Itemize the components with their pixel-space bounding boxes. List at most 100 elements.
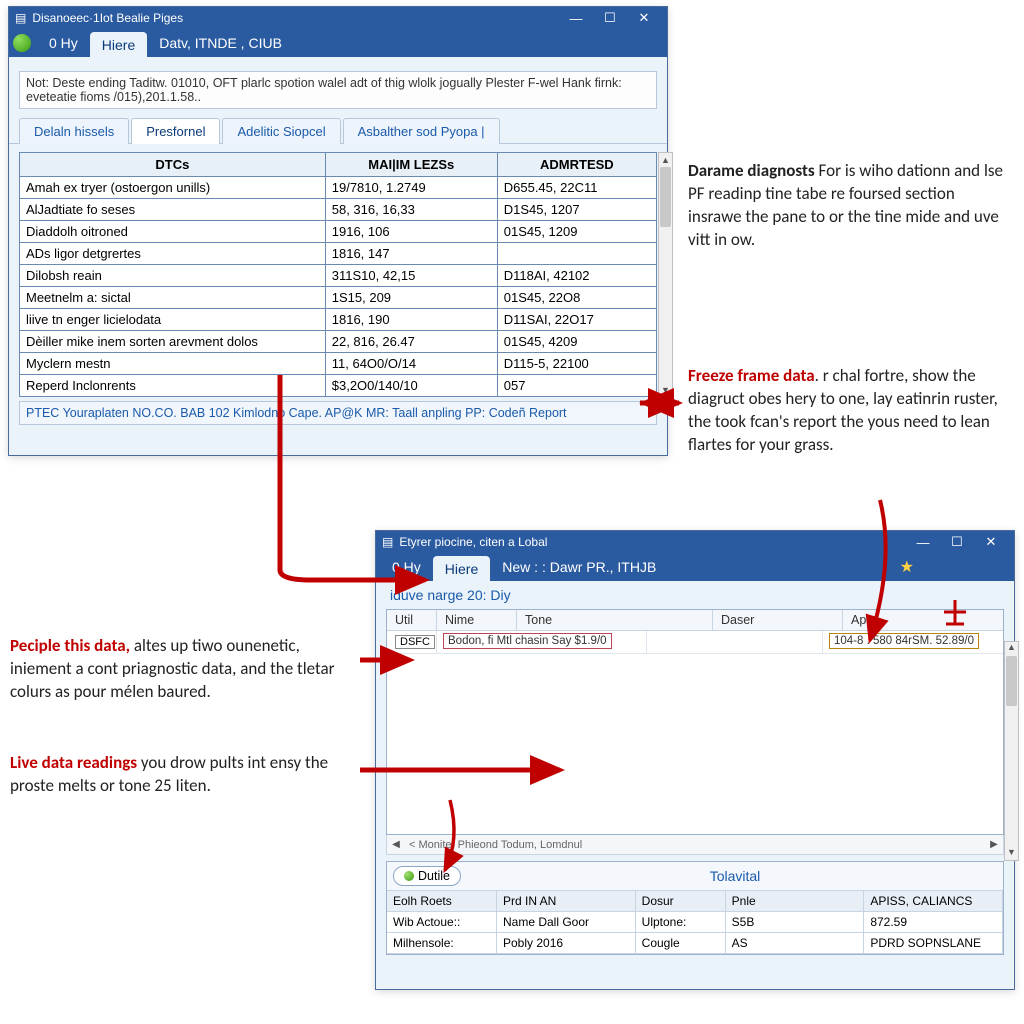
window-icon: ▤ [15,11,26,25]
green-dot-icon [404,871,414,881]
col-admrtesd[interactable]: ADMRTESD [497,153,656,177]
hscrollbar-w2[interactable]: ◀ < Monite: Phieond Todum, Lomdnul ▶ [386,835,1004,855]
minimize-button-w1[interactable]: — [559,7,593,29]
statusbar-w1: PTEC Youraplaten NO.CO. BAB 102 Kimlodno… [19,401,657,425]
table-cell: 19/7810, 1.2749 [325,177,497,199]
anno4-red: Live data readings [10,752,137,773]
kv-r3c3: Cougle [636,933,726,954]
table-cell: Amah ex tryer (ostoergon unills) [20,177,326,199]
menu-new-w2[interactable]: New : : Dawr PR., ITHJB [490,553,668,581]
col-mailm[interactable]: MAI|IM LEZSs [325,153,497,177]
table-row[interactable]: Meetnelm a: sictal1S15, 20901S45, 22O8 [20,287,657,309]
dtc-table: DTCs MAI|IM LEZSs ADMRTESD Amah ex tryer… [19,152,657,397]
table-cell: D118AI, 42102 [497,265,656,287]
col-nime[interactable]: Nime [437,610,517,630]
table-cell: Dèiller mike inem sorten arevment dolos [20,331,326,353]
kv-r3c5: PDRD SOPNSLANE [864,933,1003,954]
kv-r1c3: Dosur [636,891,726,912]
annotation-freeze: Freeze frame data. r chal fortre, show t… [688,365,1008,457]
col-ap[interactable]: Ap [843,610,1003,630]
close-button-w2[interactable]: ✕ [974,531,1008,553]
scroll-up-icon[interactable]: ▲ [659,153,672,166]
table-cell: D115-5, 22100 [497,353,656,375]
dsfc-badge[interactable]: DSFC [395,635,435,649]
table-cell: D11SAI, 22O17 [497,309,656,331]
table-cell: 01S45, 4209 [497,331,656,353]
table-row[interactable]: AlJadtiate fo seses58, 316, 16,33D1S45, … [20,199,657,221]
tab-asbalther[interactable]: Asbalther sod Pyopa | [343,118,500,144]
tab-adelitic[interactable]: Adelitic Siopcel [222,118,340,144]
table-row[interactable]: liive tn enger licielodata1816, 190D11SA… [20,309,657,331]
dutile-button[interactable]: Dutile [393,866,461,886]
table-row[interactable]: Dilobsh reain311S10, 42,15D118AI, 42102 [20,265,657,287]
table-row[interactable]: Myclern mestn11, 64O0/O/14D115-5, 22100 [20,353,657,375]
tolavital-label: Tolavital [467,868,1003,884]
live-grid: Util Nime Tone Daser Ap DSFC Bodon, fi M… [386,609,1004,835]
annotation-peciple: Peciple this data, altes up tiwo ounenet… [10,635,350,704]
menu-ohy-w1[interactable]: 0 Hy [37,29,90,57]
window-diagnostics: ▤ Disanoeec·1Iot Bealie Piges — ☐ ✕ 0 Hy… [8,6,668,456]
col-util[interactable]: Util [387,610,437,630]
dutile-label: Dutile [418,869,450,883]
kv-r2c2: Name Dall Goor [497,912,636,933]
scroll-thumb-w1[interactable] [660,167,671,227]
subheader-w2: iduve narge 20: Diy [376,581,1014,609]
kv-r1c2: Prd IN AN [497,891,636,912]
close-button-w1[interactable]: ✕ [627,7,661,29]
tab-delaln[interactable]: Delaln hissels [19,118,129,144]
blank-area [387,654,1003,834]
table-row[interactable]: Dèiller mike inem sorten arevment dolos2… [20,331,657,353]
live-row[interactable]: DSFC Bodon, fi Mtl chasin Say $1.9/0 104… [387,631,1003,654]
titlebar-w1: ▤ Disanoeec·1Iot Bealie Piges — ☐ ✕ [9,7,667,29]
minimize-button-w2[interactable]: — [906,531,940,553]
anno3-red: Peciple this data, [10,635,130,656]
hsbar-text: < Monite: Phieond Todum, Lomdnul [409,839,582,851]
table-cell: AlJadtiate fo seses [20,199,326,221]
titlebar-w2: ▤ Etyrer piocine, citen a Lobal — ☐ ✕ [376,531,1014,553]
kv-r2c1: Wib Actoue:: [387,912,497,933]
col-tone[interactable]: Tone [517,610,713,630]
ap-input[interactable]: 104-8 . 580 84rSM. 52.89/0 [829,633,979,649]
menu-hiere-w2[interactable]: Hiere [433,556,490,581]
orb-icon[interactable] [13,34,31,52]
table-row[interactable]: Amah ex tryer (ostoergon unills)19/7810,… [20,177,657,199]
star-icon[interactable]: ★ [900,557,914,577]
tab-presfornel[interactable]: Presfornel [131,118,220,144]
table-cell: ADs ligor detgrertes [20,243,326,265]
window-icon-w2: ▤ [382,535,393,549]
window-title-w1: Disanoeec·1Iot Bealie Piges [32,11,183,25]
bottom-panel: Dutile Tolavital Eolh Roets Prd IN AN Do… [386,861,1004,955]
table-cell: 01S45, 22O8 [497,287,656,309]
kv-r2c5: 872.59 [864,912,1003,933]
col-dtcs[interactable]: DTCs [20,153,326,177]
table-cell: Myclern mestn [20,353,326,375]
table-cell: 11, 64O0/O/14 [325,353,497,375]
hscroll-left-icon[interactable]: ◀ [387,835,405,854]
maximize-button-w1[interactable]: ☐ [593,7,627,29]
nime-input[interactable]: Bodon, fi Mtl chasin Say $1.9/0 [443,633,612,649]
table-cell: 057 [497,375,656,397]
kv-r3c1: Milhensole: [387,933,497,954]
hscroll-right-icon[interactable]: ▶ [985,835,1003,854]
table-cell: 58, 316, 16,33 [325,199,497,221]
table-row[interactable]: Reperd Inclonrents$3,2O0/140/10057 [20,375,657,397]
table-cell: 311S10, 42,15 [325,265,497,287]
table-row[interactable]: ADs ligor detgrertes1816, 147 [20,243,657,265]
vscrollbar-w1[interactable]: ▲ ▼ [658,152,673,397]
menu-datv-w1[interactable]: Datv, ITNDE , CIUB [147,29,294,57]
table-cell: D655.45, 22C11 [497,177,656,199]
table-cell: 1916, 106 [325,221,497,243]
scroll-down-icon-w2[interactable]: ▼ [1005,847,1018,860]
scroll-thumb-w2[interactable] [1006,656,1017,706]
kv-r2c3: Ulptone: [636,912,726,933]
menu-hiere-w1[interactable]: Hiere [90,32,147,57]
scroll-down-icon[interactable]: ▼ [659,383,672,396]
table-row[interactable]: Diaddolh oitroned1916, 10601S45, 1209 [20,221,657,243]
vscrollbar-w2[interactable]: ▲ ▼ [1004,641,1019,861]
menu-ohy-w2[interactable]: 0 Hy [380,553,433,581]
scroll-up-icon-w2[interactable]: ▲ [1005,642,1018,655]
col-daser[interactable]: Daser [713,610,843,630]
annotation-darame: Darame diagnosts For is wiho dationn and… [688,160,1008,252]
maximize-button-w2[interactable]: ☐ [940,531,974,553]
kv-r1c1: Eolh Roets [387,891,497,912]
